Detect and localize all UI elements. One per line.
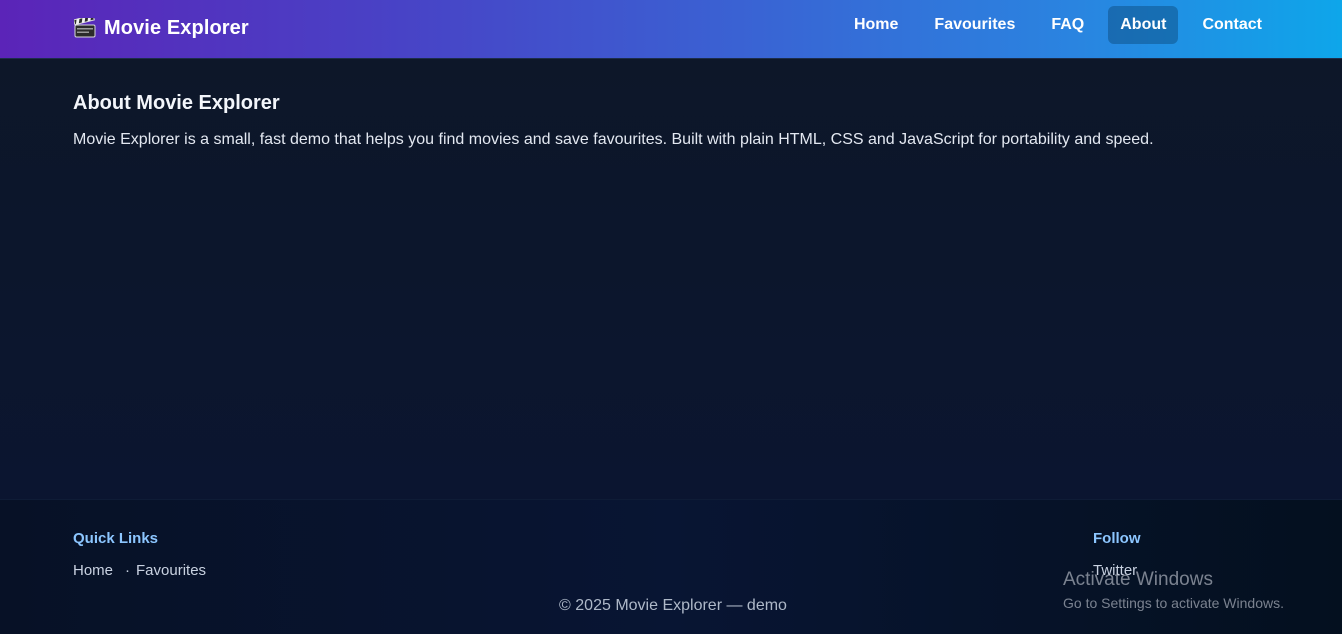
main-content: About Movie Explorer Movie Explorer is a…: [0, 59, 1342, 499]
quick-links: Home · Favourites: [73, 562, 206, 579]
brand-title: Movie Explorer: [104, 16, 249, 39]
brand[interactable]: Movie Explorer: [73, 14, 249, 42]
follow-heading: Follow: [1093, 530, 1141, 547]
nav-favourites[interactable]: Favourites: [922, 6, 1027, 44]
watermark-title: Activate Windows: [1063, 569, 1213, 590]
page-title: About Movie Explorer: [73, 92, 280, 114]
nav-about[interactable]: About: [1108, 6, 1179, 44]
site-header: Movie Explorer Home Favourites FAQ About…: [0, 0, 1342, 59]
main-nav: Home Favourites FAQ About Contact: [842, 6, 1274, 44]
activate-windows-watermark: Activate Windows Go to Settings to activ…: [1063, 568, 1284, 614]
watermark-subtitle: Go to Settings to activate Windows.: [1063, 595, 1284, 611]
nav-home[interactable]: Home: [842, 6, 910, 44]
quick-links-heading: Quick Links: [73, 530, 159, 547]
footer-link-home[interactable]: Home: [73, 562, 113, 579]
link-separator: ·: [125, 562, 131, 579]
footer-link-favourites[interactable]: Favourites: [136, 562, 206, 579]
nav-faq[interactable]: FAQ: [1039, 6, 1096, 44]
page-description: Movie Explorer is a small, fast demo tha…: [73, 131, 1154, 148]
clapperboard-icon: [73, 14, 96, 38]
nav-contact[interactable]: Contact: [1190, 6, 1274, 44]
